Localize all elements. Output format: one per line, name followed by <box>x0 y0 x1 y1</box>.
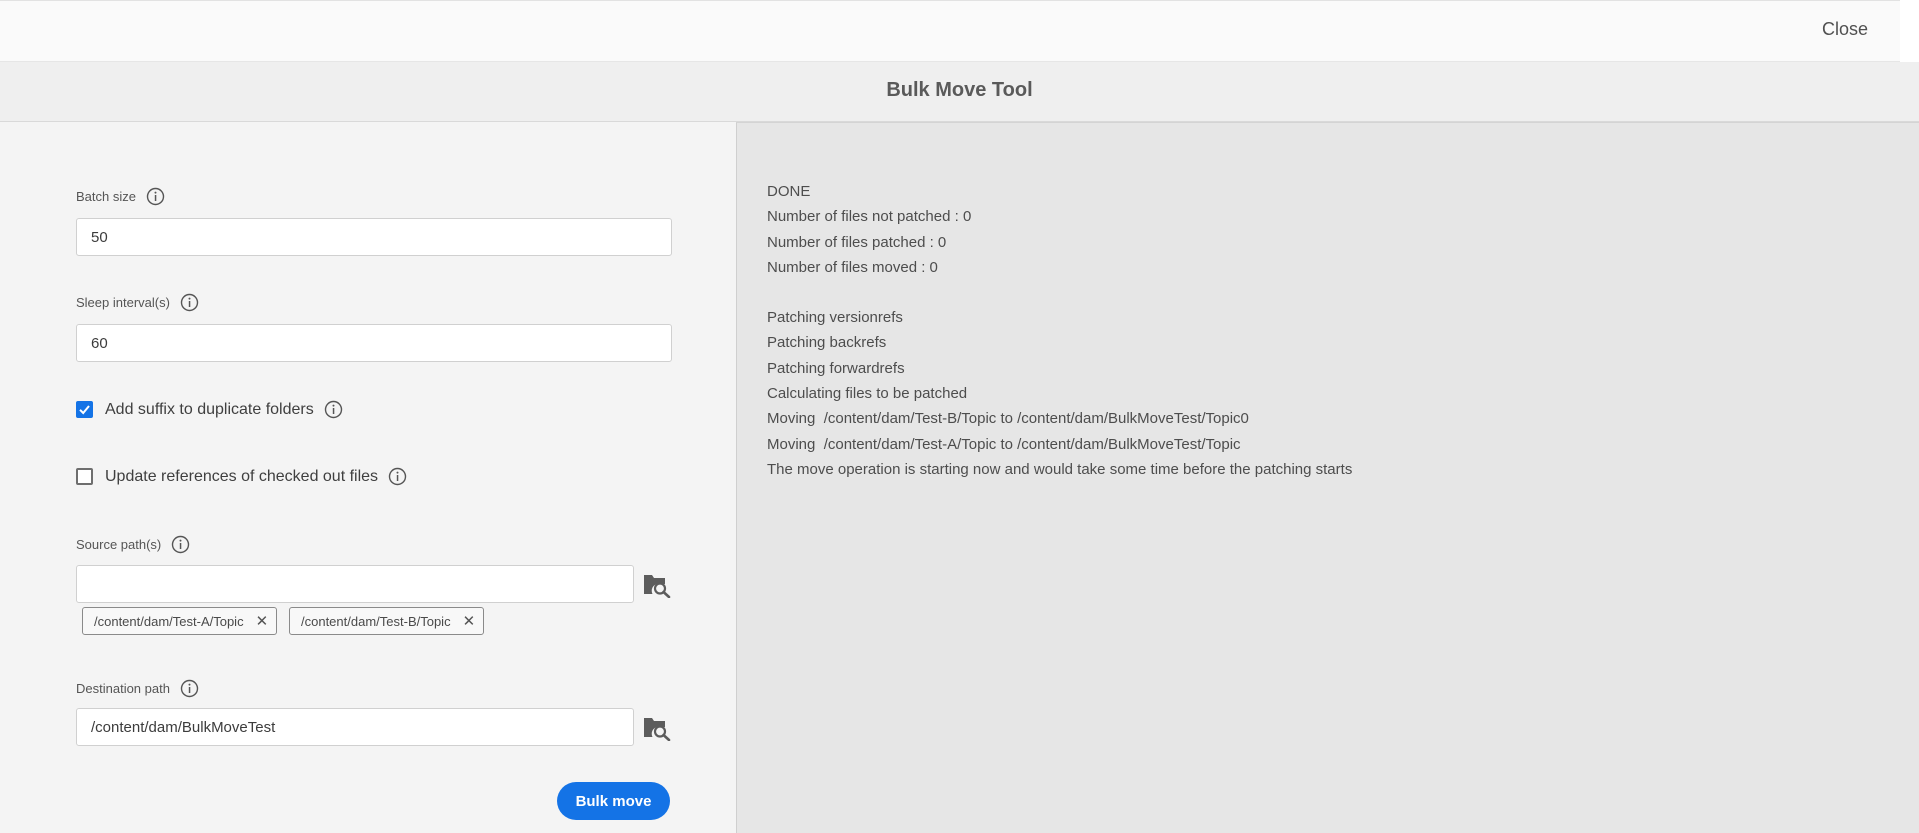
destination-path-label-row: Destination path <box>76 679 199 698</box>
log-line: Moving /content/dam/Test-A/Topic to /con… <box>767 435 1241 453</box>
add-suffix-checkbox[interactable] <box>76 401 93 418</box>
folder-search-icon <box>644 718 671 741</box>
log-line: Patching backrefs <box>767 334 887 352</box>
batch-size-input[interactable]: 50 <box>76 218 672 256</box>
log-output: DONE Number of files not patched : 0 Num… <box>767 179 1352 482</box>
info-icon[interactable] <box>171 535 190 554</box>
log-line: Number of files not patched : 0 <box>767 208 972 226</box>
sleep-interval-input[interactable]: 60 <box>76 324 672 362</box>
info-icon[interactable] <box>180 293 199 312</box>
add-suffix-label[interactable]: Add suffix to duplicate folders <box>105 401 314 419</box>
log-line: Number of files patched : 0 <box>767 233 947 251</box>
log-line: Number of files moved : 0 <box>767 258 938 276</box>
page-title: Bulk Move Tool <box>886 79 1033 101</box>
log-line: The move operation is starting now and w… <box>767 460 1353 478</box>
folder-search-icon <box>644 575 671 598</box>
destination-path-label: Destination path <box>76 681 170 696</box>
log-line: DONE <box>767 183 811 200</box>
info-icon[interactable] <box>324 400 343 419</box>
update-references-checkbox[interactable] <box>76 468 93 485</box>
source-path-tag: /content/dam/Test-B/Topic ✕ <box>289 607 485 635</box>
source-path-browse-button[interactable] <box>642 570 672 600</box>
log-line: Calculating files to be patched <box>767 385 968 403</box>
bulk-move-button[interactable]: Bulk move <box>557 782 670 820</box>
log-line: Patching forwardrefs <box>767 359 905 377</box>
source-path-label: Source path(s) <box>76 537 162 552</box>
destination-path-browse-button[interactable] <box>642 713 672 743</box>
top-bar: Close <box>0 0 1900 62</box>
source-path-tag-label: /content/dam/Test-B/Topic <box>301 613 451 629</box>
sleep-interval-label-row: Sleep interval(s) <box>76 293 199 312</box>
source-path-tag: /content/dam/Test-A/Topic ✕ <box>82 607 278 635</box>
close-button[interactable]: Close <box>1822 19 1868 40</box>
check-icon <box>79 405 90 415</box>
log-line: Moving /content/dam/Test-B/Topic to /con… <box>767 410 1249 428</box>
update-references-label[interactable]: Update references of checked out files <box>105 468 378 486</box>
source-path-input[interactable] <box>76 565 634 603</box>
destination-path-input[interactable]: /content/dam/BulkMoveTest <box>76 708 634 746</box>
log-line: Patching versionrefs <box>767 309 903 327</box>
source-path-tag-label: /content/dam/Test-A/Topic <box>94 613 244 629</box>
source-path-label-row: Source path(s) <box>76 535 190 554</box>
sleep-interval-label: Sleep interval(s) <box>76 295 170 310</box>
add-suffix-row: Add suffix to duplicate folders <box>76 400 343 419</box>
info-icon[interactable] <box>388 467 407 486</box>
close-icon[interactable]: ✕ <box>463 612 476 630</box>
batch-size-label: Batch size <box>76 189 136 204</box>
title-bar: Bulk Move Tool <box>0 62 1919 122</box>
info-icon[interactable] <box>180 679 199 698</box>
close-icon[interactable]: ✕ <box>256 612 269 630</box>
batch-size-label-row: Batch size <box>76 187 165 206</box>
update-references-row: Update references of checked out files <box>76 467 407 486</box>
info-icon[interactable] <box>146 187 165 206</box>
